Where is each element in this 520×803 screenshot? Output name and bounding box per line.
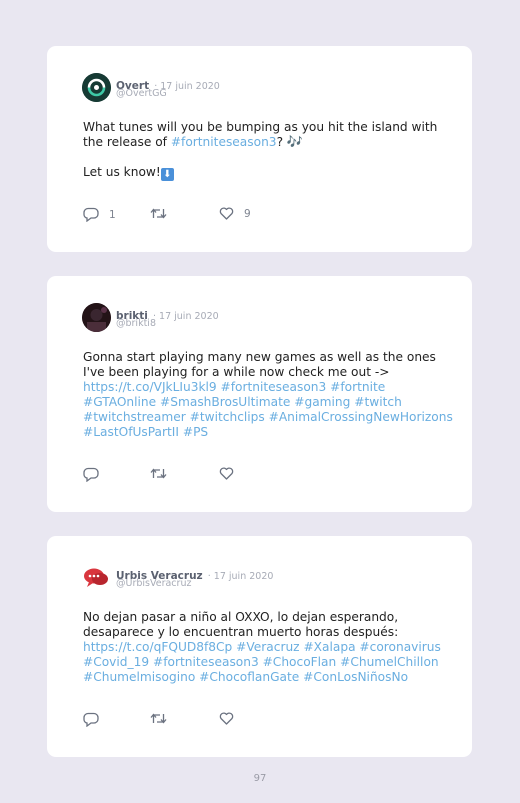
tweet-card-brikti: brikti · 17 juin 2020 @brikti8 Gonna sta… bbox=[47, 276, 472, 512]
tweet-actions bbox=[83, 467, 383, 483]
tweet-text-line: What tunes will you be bumping as you hi… bbox=[83, 120, 438, 134]
hashtag-links[interactable]: #Covid_19 #fortniteseason3 #ChocoFlan #C… bbox=[83, 655, 453, 670]
reply-button[interactable]: 1 bbox=[83, 207, 116, 222]
like-icon bbox=[219, 207, 234, 220]
retweet-icon bbox=[150, 713, 167, 724]
down-arrow-emoji: ⬇ bbox=[160, 168, 174, 181]
text-fragment: Let us know! bbox=[83, 165, 161, 179]
reply-button[interactable] bbox=[83, 467, 99, 482]
reply-count: 1 bbox=[109, 208, 116, 221]
hashtag-links[interactable]: #Chumelmisogino #ChocoflanGate #ConLosNi… bbox=[83, 670, 453, 685]
tweet-text-line: I've been playing for a while now check … bbox=[83, 365, 390, 379]
tweet-text-line: Gonna start playing many new games as we… bbox=[83, 350, 436, 364]
avatar[interactable] bbox=[82, 73, 111, 102]
hashtag-link[interactable]: #fortniteseason3 bbox=[171, 135, 277, 149]
reply-icon bbox=[83, 207, 99, 222]
hashtag-links[interactable]: #LastOfUsPartII #PS bbox=[83, 425, 453, 440]
avatar[interactable] bbox=[82, 563, 111, 592]
music-notes-emoji: 🎶 bbox=[286, 135, 304, 150]
tweet-card-overt: Overt · 17 juin 2020 @OvertGG What tunes… bbox=[47, 46, 472, 252]
retweet-icon bbox=[150, 468, 167, 479]
like-count: 9 bbox=[244, 207, 251, 220]
retweet-button[interactable] bbox=[150, 207, 167, 220]
like-button[interactable] bbox=[219, 712, 234, 725]
author-handle[interactable]: @UrbisVeracruz bbox=[116, 578, 191, 589]
like-icon bbox=[219, 467, 234, 480]
reply-icon bbox=[83, 467, 99, 482]
tweet-actions: 1 9 bbox=[83, 207, 383, 223]
tweet-text: No dejan pasar a niño al OXXO, lo dejan … bbox=[83, 610, 453, 685]
tweet-date[interactable]: · 17 juin 2020 bbox=[208, 571, 274, 582]
tweet-text-line: the release of #fortniteseason3? 🎶 bbox=[83, 135, 443, 150]
tweet-actions bbox=[83, 712, 383, 728]
tweet-text-line: Let us know! ⬇ bbox=[83, 165, 443, 181]
page-number: 97 bbox=[253, 773, 267, 784]
tweet-date[interactable]: · 17 juin 2020 bbox=[153, 311, 219, 322]
like-button[interactable] bbox=[219, 467, 234, 480]
like-icon bbox=[219, 712, 234, 725]
retweet-button[interactable] bbox=[150, 712, 167, 725]
retweet-button[interactable] bbox=[150, 467, 167, 480]
reply-button[interactable] bbox=[83, 712, 99, 727]
tweet-text-line: desaparece y lo encuentran muerto horas … bbox=[83, 625, 399, 639]
hashtag-links[interactable]: #GTAOnline #SmashBrosUltimate #gaming #t… bbox=[83, 395, 453, 410]
tweet-text-line: No dejan pasar a niño al OXXO, lo dejan … bbox=[83, 610, 399, 624]
tweet-text: Gonna start playing many new games as we… bbox=[83, 350, 453, 440]
text-fragment: ? bbox=[276, 135, 287, 149]
retweet-icon bbox=[150, 208, 167, 219]
like-button[interactable]: 9 bbox=[219, 207, 251, 220]
tweet-text: What tunes will you be bumping as you hi… bbox=[83, 120, 443, 181]
hashtag-links[interactable]: https://t.co/qFQUD8f8Cp #Veracruz #Xalap… bbox=[83, 640, 453, 655]
avatar[interactable] bbox=[82, 303, 111, 332]
text-fragment: the release of bbox=[83, 135, 171, 149]
author-handle[interactable]: @brikti8 bbox=[116, 318, 156, 329]
hashtag-links[interactable]: https://t.co/VJkLIu3kl9 #fortniteseason3… bbox=[83, 380, 453, 395]
author-handle[interactable]: @OvertGG bbox=[116, 88, 167, 99]
tweet-card-urbis-veracruz: Urbis Veracruz · 17 juin 2020 @UrbisVera… bbox=[47, 536, 472, 757]
reply-icon bbox=[83, 712, 99, 727]
hashtag-links[interactable]: #twitchstreamer #twitchclips #AnimalCros… bbox=[83, 410, 453, 425]
